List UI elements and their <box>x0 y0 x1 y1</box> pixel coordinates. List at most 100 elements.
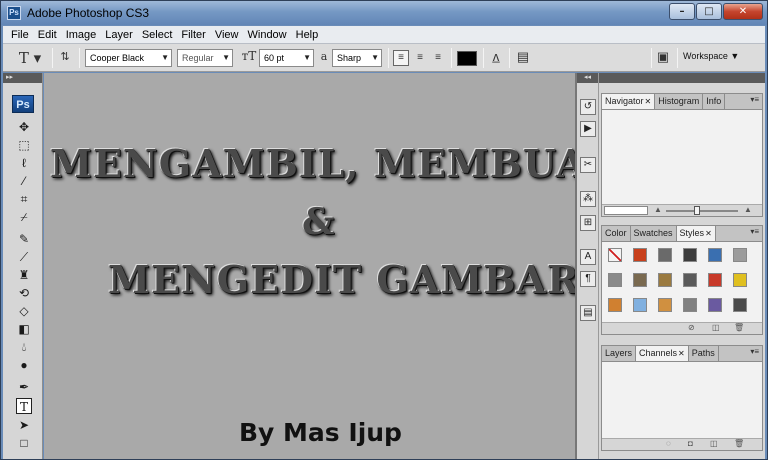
load-channel-selection-icon[interactable]: ◌ <box>666 439 671 448</box>
new-channel-icon[interactable]: ◫ <box>710 439 718 448</box>
delete-channel-icon[interactable]: 🗑︎ <box>734 439 744 448</box>
align-right-icon[interactable]: ≡ <box>430 50 446 65</box>
close-icon[interactable]: ✕ <box>645 97 652 106</box>
style-swatch[interactable] <box>683 273 697 287</box>
tab-channels[interactable]: Channels✕ <box>636 346 689 361</box>
actions-panel-icon[interactable]: ▶ <box>580 121 596 137</box>
tab-paths[interactable]: Paths <box>689 346 719 361</box>
character-panel-icon[interactable]: A <box>580 249 596 265</box>
style-swatch[interactable] <box>658 248 672 262</box>
text-orientation-icon[interactable]: ⇅ <box>58 50 72 63</box>
history-brush-tool-icon[interactable]: ⟲ <box>16 285 32 301</box>
crop-tool-icon[interactable]: ⌗ <box>16 191 32 207</box>
tab-navigator[interactable]: Navigator✕ <box>602 94 656 109</box>
style-swatch[interactable] <box>658 273 672 287</box>
font-style-select[interactable]: Regular ▼ <box>177 49 233 67</box>
style-swatch[interactable] <box>633 248 647 262</box>
marquee-tool-icon[interactable]: ⬚ <box>16 137 32 153</box>
close-icon[interactable]: ✕ <box>705 229 712 238</box>
gradient-tool-icon[interactable]: ◧ <box>16 321 32 337</box>
tab-info[interactable]: Info <box>703 94 726 109</box>
magic-wand-tool-icon[interactable]: ⁄ <box>16 173 32 189</box>
font-size-select[interactable]: 60 pt ▼ <box>259 49 314 67</box>
style-swatch[interactable] <box>708 248 722 262</box>
layer-comps-panel-icon[interactable]: ▤ <box>580 305 596 321</box>
zoom-in-icon[interactable]: ▲ <box>744 205 752 214</box>
eraser-tool-icon[interactable]: ◇ <box>16 303 32 319</box>
pen-tool-icon[interactable]: ✒ <box>16 379 32 395</box>
tab-layers[interactable]: Layers <box>602 346 637 361</box>
new-style-icon[interactable]: ◫ <box>712 323 720 332</box>
character-palette-icon[interactable]: ▤ <box>515 49 531 65</box>
menu-filter[interactable]: Filter <box>181 29 205 41</box>
slice-tool-icon[interactable]: ⌿ <box>16 209 32 225</box>
style-swatch[interactable] <box>608 248 622 262</box>
healing-brush-tool-icon[interactable]: ✎ <box>16 231 32 247</box>
tab-color[interactable]: Color <box>602 226 631 241</box>
warp-text-icon[interactable]: ʌ̲ <box>488 49 504 64</box>
blur-tool-icon[interactable]: 💧︎ <box>16 339 32 355</box>
menu-window[interactable]: Window <box>248 29 287 41</box>
dodge-tool-icon[interactable]: ● <box>16 357 32 373</box>
style-swatch[interactable] <box>708 298 722 312</box>
delete-style-icon[interactable]: 🗑︎ <box>734 323 744 332</box>
menu-help[interactable]: Help <box>296 29 319 41</box>
workspace-menu[interactable]: Workspace ▼ <box>683 51 739 61</box>
path-selection-tool-icon[interactable]: ➤ <box>16 417 32 433</box>
panel-menu-icon[interactable]: ▾≡ <box>750 347 759 356</box>
style-swatch[interactable] <box>733 298 747 312</box>
style-swatch[interactable] <box>633 298 647 312</box>
menu-file[interactable]: File <box>11 29 29 41</box>
paragraph-panel-icon[interactable]: ¶ <box>580 271 596 287</box>
style-swatch[interactable] <box>683 248 697 262</box>
close-button[interactable]: ✕ <box>723 3 763 20</box>
close-icon[interactable]: ✕ <box>678 349 685 358</box>
menu-edit[interactable]: Edit <box>38 29 57 41</box>
style-swatch[interactable] <box>633 273 647 287</box>
file-browser-icon[interactable]: ▣ <box>655 49 671 65</box>
menu-layer[interactable]: Layer <box>105 29 133 41</box>
menu-image[interactable]: Image <box>66 29 97 41</box>
style-swatch[interactable] <box>658 298 672 312</box>
type-tool-icon[interactable]: T <box>16 398 32 414</box>
antialias-select[interactable]: Sharp ▼ <box>332 49 382 67</box>
zoom-slider[interactable] <box>666 210 738 212</box>
panel-menu-icon[interactable]: ▾≡ <box>750 227 759 236</box>
clone-source-panel-icon[interactable]: ⊞ <box>580 215 596 231</box>
panel-menu-icon[interactable]: ▾≡ <box>750 95 759 104</box>
panels-grip[interactable] <box>599 73 765 83</box>
document-canvas[interactable]: MENGAMBIL, MEMBUAT & MENGEDIT GAMBAR By … <box>44 73 575 459</box>
menu-select[interactable]: Select <box>142 29 173 41</box>
style-swatch[interactable] <box>683 298 697 312</box>
align-left-icon[interactable]: ≡ <box>393 50 409 66</box>
align-center-icon[interactable]: ≡ <box>412 50 428 65</box>
move-tool-icon[interactable]: ✥ <box>16 119 32 135</box>
brush-tool-icon[interactable]: ⟋ <box>16 249 32 265</box>
style-swatch[interactable] <box>733 273 747 287</box>
shape-tool-icon[interactable]: □ <box>16 435 32 451</box>
text-color-swatch[interactable] <box>457 51 477 66</box>
history-panel-icon[interactable]: ↺ <box>580 99 596 115</box>
tab-swatches[interactable]: Swatches <box>631 226 677 241</box>
zoom-field[interactable] <box>604 206 648 215</box>
font-family-select[interactable]: Cooper Black ▼ <box>85 49 172 67</box>
maximize-button[interactable]: □ <box>696 3 722 20</box>
tool-presets-panel-icon[interactable]: ✂ <box>580 157 596 173</box>
tab-styles[interactable]: Styles✕ <box>676 226 716 241</box>
toolbox-grip[interactable]: ▸▸ <box>3 73 42 83</box>
style-swatch[interactable] <box>708 273 722 287</box>
minimize-button[interactable]: – <box>669 3 695 20</box>
style-swatch[interactable] <box>608 273 622 287</box>
save-selection-icon[interactable]: ◘ <box>688 439 693 448</box>
menu-view[interactable]: View <box>215 29 239 41</box>
tab-histogram[interactable]: Histogram <box>655 94 704 109</box>
dock-collapse-grip[interactable]: ◂◂ <box>577 73 598 83</box>
brushes-panel-icon[interactable]: ⁂ <box>580 191 596 207</box>
lasso-tool-icon[interactable]: ℓ <box>16 155 32 171</box>
type-tool-preset-icon[interactable]: T ▾ <box>17 49 43 67</box>
style-swatch[interactable] <box>733 248 747 262</box>
zoom-slider-thumb[interactable] <box>694 206 700 215</box>
clone-stamp-tool-icon[interactable]: ♜ <box>16 267 32 283</box>
zoom-out-icon[interactable]: ▲ <box>654 205 662 214</box>
style-swatch[interactable] <box>608 298 622 312</box>
